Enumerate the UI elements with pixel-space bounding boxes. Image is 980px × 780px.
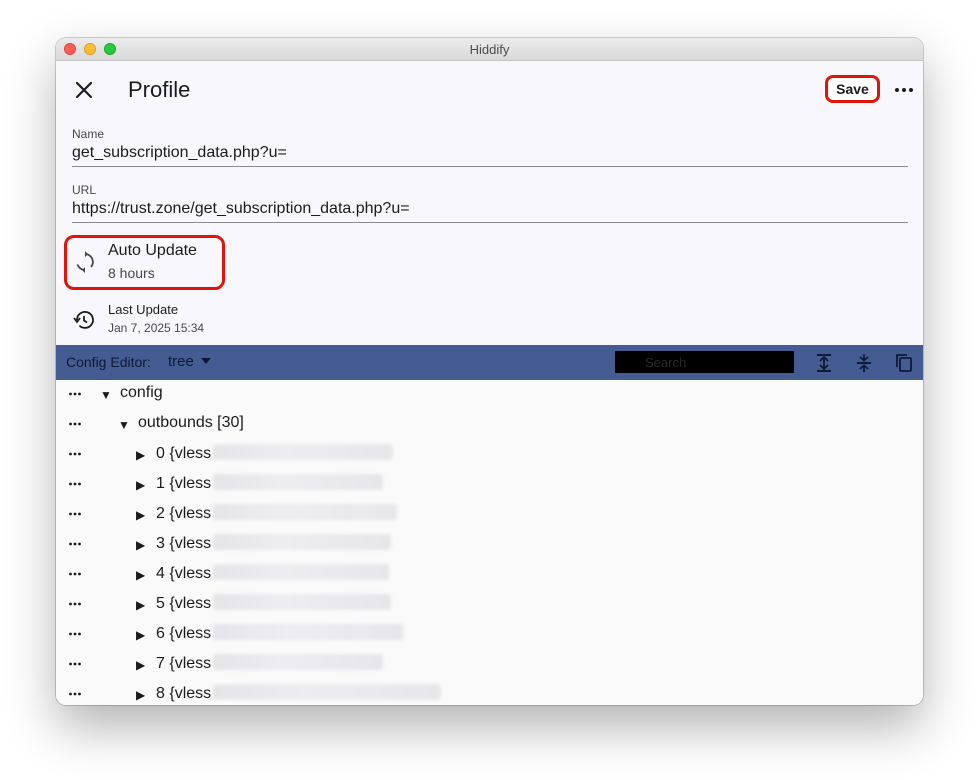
tree-row-config: ▼ config xyxy=(56,380,923,410)
expand-all-button[interactable] xyxy=(812,351,836,375)
tree-node-label: 2 {vless xyxy=(156,505,212,522)
collapsed-caret-icon[interactable]: ▶ xyxy=(136,477,145,493)
row-menu-icon[interactable] xyxy=(68,687,82,701)
tree-row-outbounds: ▼ outbounds [30] xyxy=(56,410,923,440)
redacted-text xyxy=(213,624,404,640)
config-editor-toolbar: Config Editor: tree xyxy=(56,345,923,380)
name-field[interactable]: get_subscription_data.php?u= xyxy=(72,144,908,167)
history-icon xyxy=(73,311,94,329)
search-input[interactable] xyxy=(615,351,794,373)
redacted-text xyxy=(213,534,392,550)
close-button[interactable] xyxy=(70,76,98,104)
expand-all-icon xyxy=(817,354,831,372)
tree-node-label: 3 {vless xyxy=(156,535,212,552)
auto-update-item[interactable]: Auto Update 8 hours xyxy=(64,235,225,290)
tree-node-label: outbounds [30] xyxy=(138,414,244,431)
redacted-text xyxy=(213,564,390,580)
last-update-title: Last Update xyxy=(108,302,179,317)
tree-row-outbound: ▶ 0 {vless xyxy=(56,440,923,470)
copy-icon xyxy=(896,354,912,372)
auto-update-value: 8 hours xyxy=(108,265,155,281)
row-menu-icon[interactable] xyxy=(68,387,82,401)
config-tree: ▼ config ▼ outbounds [30] ▶ 0 {vless ▶ 1… xyxy=(56,380,923,705)
last-update-item: Last Update Jan 7, 2025 15:34 xyxy=(72,302,372,336)
url-field[interactable]: https://trust.zone/get_subscription_data… xyxy=(72,200,908,223)
redacted-text xyxy=(213,504,398,520)
editor-mode-value: tree xyxy=(168,353,194,370)
more-options-button[interactable] xyxy=(890,76,918,104)
more-horizontal-icon xyxy=(895,88,913,92)
tree-row-outbound: ▶ 8 {vless xyxy=(56,680,923,705)
tree-row-outbound: ▶ 3 {vless xyxy=(56,530,923,560)
tree-node-label: config xyxy=(120,384,163,401)
row-menu-icon[interactable] xyxy=(68,567,82,581)
collapse-all-button[interactable] xyxy=(852,351,876,375)
tree-row-outbound: ▶ 7 {vless xyxy=(56,650,923,680)
tree-node-label: 4 {vless xyxy=(156,565,212,582)
redacted-text xyxy=(213,684,442,700)
tree-node-label: 5 {vless xyxy=(156,595,212,612)
sync-icon xyxy=(76,251,94,273)
title-bar: Hiddify xyxy=(56,38,923,61)
row-menu-icon[interactable] xyxy=(68,537,82,551)
tree-node-label: 7 {vless xyxy=(156,655,212,672)
tree-row-outbound: ▶ 2 {vless xyxy=(56,500,923,530)
tree-row-outbound: ▶ 5 {vless xyxy=(56,590,923,620)
tree-node-label: 0 {vless xyxy=(156,445,212,462)
collapsed-caret-icon[interactable]: ▶ xyxy=(136,657,145,673)
collapse-all-icon xyxy=(857,354,871,372)
row-menu-icon[interactable] xyxy=(68,447,82,461)
config-editor-label: Config Editor: xyxy=(66,354,151,370)
app-window: Hiddify Profile Save Name get_subscripti… xyxy=(56,38,923,705)
tree-row-outbound: ▶ 4 {vless xyxy=(56,560,923,590)
close-icon xyxy=(75,81,93,99)
tree-node-label: 8 {vless xyxy=(156,685,212,702)
editor-mode-dropdown[interactable]: tree xyxy=(168,353,212,370)
url-field-label: URL xyxy=(72,183,97,197)
last-update-value: Jan 7, 2025 15:34 xyxy=(108,321,205,335)
tree-node-label: 6 {vless xyxy=(156,625,212,642)
collapsed-caret-icon[interactable]: ▶ xyxy=(136,537,145,553)
window-title: Hiddify xyxy=(469,42,510,57)
save-button[interactable]: Save xyxy=(825,75,880,103)
collapsed-caret-icon[interactable]: ▶ xyxy=(136,447,145,463)
row-menu-icon[interactable] xyxy=(68,627,82,641)
redacted-text xyxy=(213,594,392,610)
auto-update-title: Auto Update xyxy=(108,242,197,259)
row-menu-icon[interactable] xyxy=(68,417,82,431)
collapsed-caret-icon[interactable]: ▶ xyxy=(136,627,145,643)
collapsed-caret-icon[interactable]: ▶ xyxy=(136,507,145,523)
tree-row-outbound: ▶ 6 {vless xyxy=(56,620,923,650)
redacted-text xyxy=(213,444,394,460)
row-menu-icon[interactable] xyxy=(68,507,82,521)
page-title: Profile xyxy=(128,77,191,102)
name-field-label: Name xyxy=(72,127,105,141)
tree-row-outbound: ▶ 1 {vless xyxy=(56,470,923,500)
expanded-caret-icon[interactable]: ▼ xyxy=(100,387,112,403)
row-menu-icon[interactable] xyxy=(68,477,82,491)
expanded-caret-icon[interactable]: ▼ xyxy=(118,417,130,433)
redacted-text xyxy=(213,474,384,490)
row-menu-icon[interactable] xyxy=(68,597,82,611)
row-menu-icon[interactable] xyxy=(68,657,82,671)
copy-button[interactable] xyxy=(892,351,916,375)
redacted-text xyxy=(213,654,384,670)
collapsed-caret-icon[interactable]: ▶ xyxy=(136,567,145,583)
tree-node-label: 1 {vless xyxy=(156,475,212,492)
dropdown-arrow-icon xyxy=(201,358,212,364)
collapsed-caret-icon[interactable]: ▶ xyxy=(136,687,145,703)
collapsed-caret-icon[interactable]: ▶ xyxy=(136,597,145,613)
